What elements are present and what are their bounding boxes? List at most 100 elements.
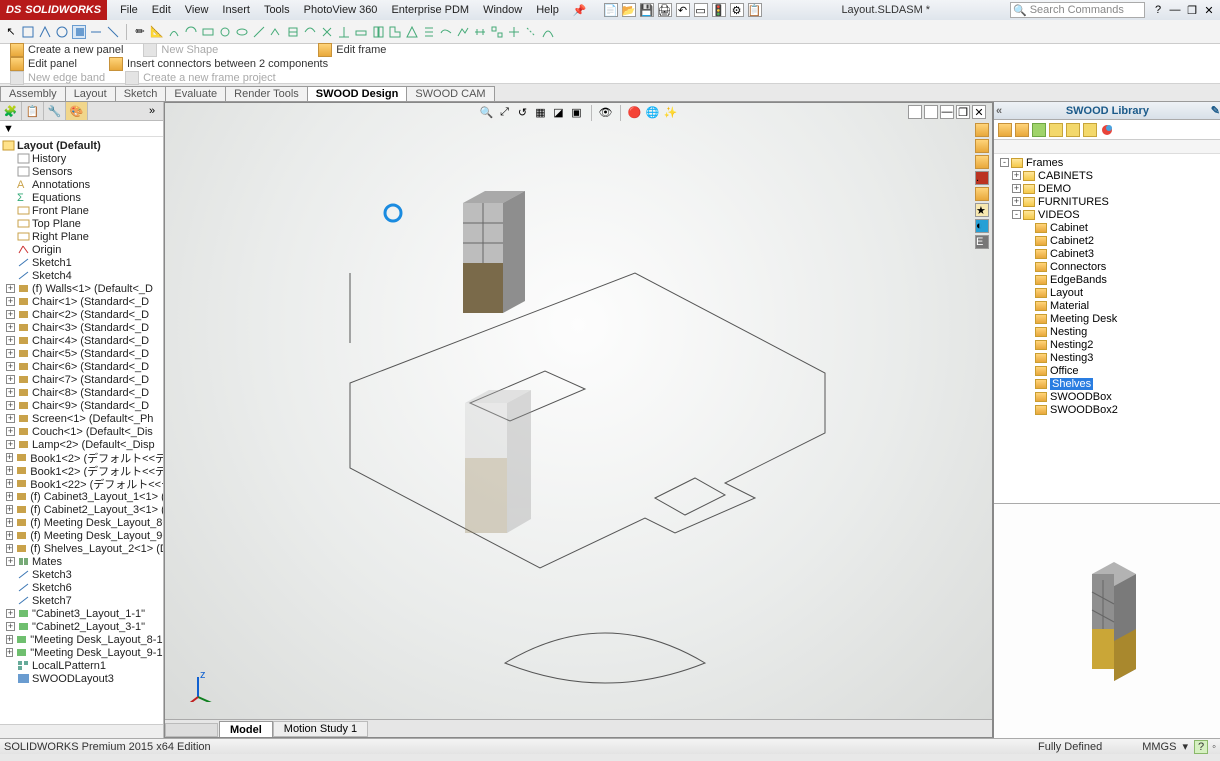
tool-icon[interactable] <box>456 25 470 39</box>
fm-node[interactable]: +Book1<2> (デフォルト<<デフォルト>_表 <box>2 451 163 464</box>
fm-node[interactable]: SWOODLayout3 <box>2 672 163 685</box>
tool-icon[interactable] <box>354 25 368 39</box>
fm-root-node[interactable]: Layout (Default) <box>2 139 163 152</box>
tool-icon[interactable] <box>320 25 334 39</box>
tool-icon[interactable] <box>89 25 103 39</box>
lib-node[interactable]: Cabinet <box>996 221 1218 234</box>
fm-tab-display-icon[interactable]: 🎨 <box>66 102 88 120</box>
insert-connectors-button[interactable]: Insert connectors between 2 components <box>99 57 338 71</box>
help-icon[interactable]: ? <box>1151 3 1165 17</box>
fm-node[interactable]: AAnnotations <box>2 178 163 191</box>
tool-icon[interactable] <box>439 25 453 39</box>
lib-icon[interactable] <box>1049 123 1063 137</box>
fm-node[interactable]: +(f) Shelves_Layout_2<1> (Default< <box>2 542 163 555</box>
search-commands-input[interactable]: 🔍 Search Commands <box>1010 2 1145 18</box>
tool-icon[interactable] <box>106 25 120 39</box>
menu-epdm[interactable]: Enterprise PDM <box>384 4 476 16</box>
lib-node[interactable]: Nesting <box>996 325 1218 338</box>
menu-view[interactable]: View <box>178 4 216 16</box>
tab-model[interactable]: Model <box>219 721 273 737</box>
fm-node[interactable]: +Chair<8> (Standard<_D <box>2 386 163 399</box>
lib-icon[interactable] <box>1100 123 1114 137</box>
tab-layout[interactable]: Layout <box>65 86 116 101</box>
status-dropdown-icon[interactable]: ▾ <box>1182 740 1188 753</box>
fm-node[interactable]: +Book1<2> (デフォルト<<デフォルト>_表 <box>2 464 163 477</box>
lib-node[interactable]: Meeting Desk <box>996 312 1218 325</box>
maximize-icon[interactable]: ❐ <box>1185 3 1199 17</box>
tool-icon[interactable] <box>371 25 385 39</box>
status-units[interactable]: MMGS <box>1142 741 1176 753</box>
fm-node[interactable]: Front Plane <box>2 204 163 217</box>
fm-node[interactable]: +"Cabinet3_Layout_1-1" <box>2 607 163 620</box>
lib-node[interactable]: Layout <box>996 286 1218 299</box>
tool-icon[interactable] <box>201 25 215 39</box>
fm-tab-tree-icon[interactable]: 🧩 <box>0 102 22 120</box>
menu-window[interactable]: Window <box>476 4 529 16</box>
lib-node[interactable]: Nesting2 <box>996 338 1218 351</box>
fm-node[interactable]: +"Meeting Desk_Layout_8-1" <box>2 633 163 646</box>
tool-icon[interactable] <box>72 25 86 39</box>
menu-file[interactable]: File <box>113 4 145 16</box>
tool-icon[interactable] <box>252 25 266 39</box>
tool-icon[interactable] <box>507 25 521 39</box>
graphics-viewport[interactable]: 🔍 ⤢ ↺ ▦ ◪ ▣ 👁 🔴 🌐 ✨ — ❐ ✕ . ★ <box>164 102 993 738</box>
tool-icon[interactable] <box>184 25 198 39</box>
menu-help[interactable]: Help <box>529 4 566 16</box>
print-icon[interactable]: 🖨 <box>658 3 672 17</box>
tab-sketch[interactable]: Sketch <box>115 86 167 101</box>
fm-node[interactable]: +Chair<2> (Standard<_D <box>2 308 163 321</box>
tab-motion-study[interactable]: Motion Study 1 <box>273 721 368 737</box>
fm-node[interactable]: ΣEquations <box>2 191 163 204</box>
fm-filter-icon[interactable]: ▼ <box>0 121 163 137</box>
undo-icon[interactable]: ↶ <box>676 3 690 17</box>
menu-photoview[interactable]: PhotoView 360 <box>297 4 385 16</box>
lib-node[interactable]: SWOODBox <box>996 390 1218 403</box>
new-doc-icon[interactable]: 📄 <box>604 3 618 17</box>
fm-node[interactable]: +(f) Cabinet3_Layout_1<1> (Default <box>2 490 163 503</box>
fm-node[interactable]: +Chair<4> (Standard<_D <box>2 334 163 347</box>
fm-node[interactable]: +Chair<3> (Standard<_D <box>2 321 163 334</box>
close-icon[interactable]: ✕ <box>1202 3 1216 17</box>
menu-insert[interactable]: Insert <box>215 4 257 16</box>
lib-node[interactable]: SWOODBox2 <box>996 403 1218 416</box>
fm-node[interactable]: +Screen<1> (Default<_Ph <box>2 412 163 425</box>
fm-node[interactable]: +Chair<9> (Standard<_D <box>2 399 163 412</box>
lib-node[interactable]: +CABINETS <box>996 169 1218 182</box>
lib-node[interactable]: Cabinet3 <box>996 247 1218 260</box>
fm-node[interactable]: Sketch6 <box>2 581 163 594</box>
lib-node[interactable]: +FURNITURES <box>996 195 1218 208</box>
menu-pin-icon[interactable]: 📌 <box>566 4 594 17</box>
fm-node[interactable]: +(f) Meeting Desk_Layout_8<1> (De <box>2 516 163 529</box>
fm-node[interactable]: +Couch<1> (Default<_Dis <box>2 425 163 438</box>
tab-evaluate[interactable]: Evaluate <box>165 86 226 101</box>
fm-node[interactable]: Sketch4 <box>2 269 163 282</box>
tool-icon[interactable] <box>490 25 504 39</box>
tab-swood-cam[interactable]: SWOOD CAM <box>406 86 494 101</box>
tool-icon[interactable] <box>269 25 283 39</box>
fm-node[interactable]: +"Cabinet2_Layout_3-1" <box>2 620 163 633</box>
lib-node[interactable]: -Frames <box>996 156 1218 169</box>
tool-icon[interactable] <box>235 25 249 39</box>
options-icon[interactable]: ⚙ <box>730 3 744 17</box>
lib-icon[interactable] <box>1032 123 1046 137</box>
capture-icon[interactable]: 📋 <box>748 3 762 17</box>
fm-node[interactable]: +"Meeting Desk_Layout_9-1" <box>2 646 163 659</box>
fm-node[interactable]: Sketch1 <box>2 256 163 269</box>
save-icon[interactable]: 💾 <box>640 3 654 17</box>
fm-node[interactable]: Top Plane <box>2 217 163 230</box>
fm-node[interactable]: +Chair<1> (Standard<_D <box>2 295 163 308</box>
lib-node[interactable]: EdgeBands <box>996 273 1218 286</box>
lib-node[interactable]: Office <box>996 364 1218 377</box>
tool-icon[interactable] <box>541 25 555 39</box>
lib-filter-row[interactable] <box>994 140 1220 154</box>
tool-icon[interactable] <box>218 25 232 39</box>
fm-node[interactable]: LocalLPattern1 <box>2 659 163 672</box>
lib-node[interactable]: +DEMO <box>996 182 1218 195</box>
pin-icon[interactable]: ✎ <box>1211 104 1220 117</box>
menu-tools[interactable]: Tools <box>257 4 297 16</box>
lib-node[interactable]: -VIDEOS <box>996 208 1218 221</box>
fm-node[interactable]: Sketch7 <box>2 594 163 607</box>
tool-icon[interactable] <box>167 25 181 39</box>
animation-controls[interactable] <box>165 723 218 737</box>
open-doc-icon[interactable]: 📂 <box>622 3 636 17</box>
